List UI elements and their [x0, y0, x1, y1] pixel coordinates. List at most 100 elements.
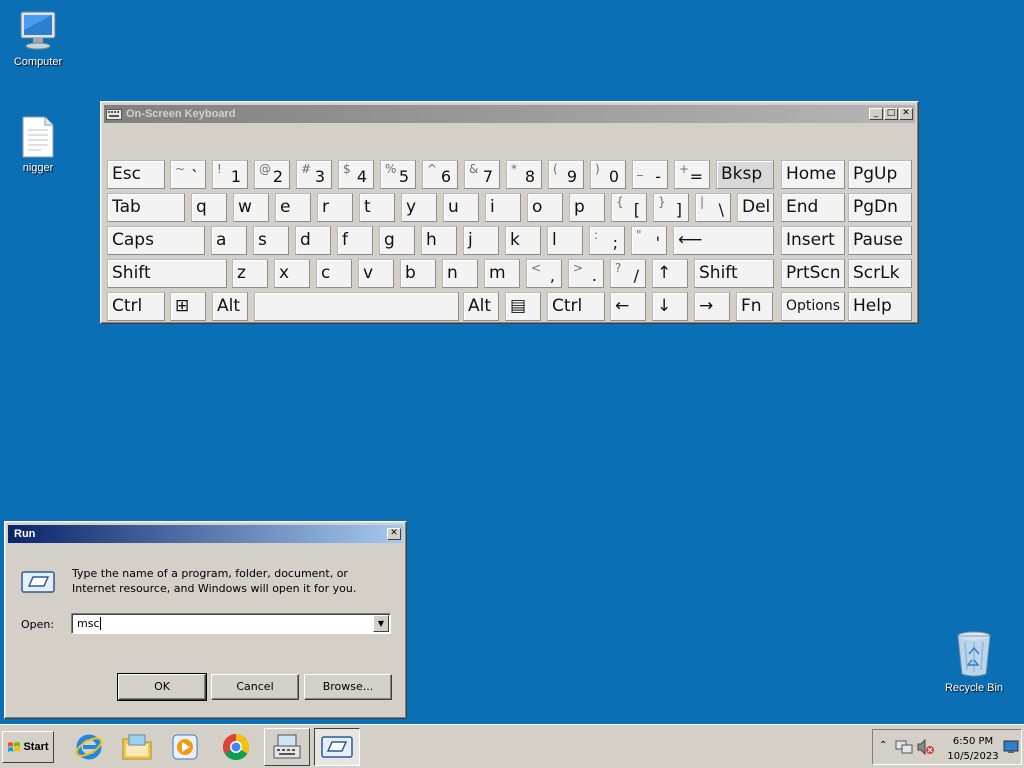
key-symbol[interactable]: }] [653, 193, 689, 222]
maximize-button[interactable]: □ [884, 108, 898, 120]
key-m[interactable]: m [484, 259, 520, 288]
key-symbol[interactable]: ↓ [652, 292, 688, 321]
key-symbol[interactable]: :; [589, 226, 625, 255]
key-u[interactable]: u [443, 193, 479, 222]
key-8[interactable]: * 8 [506, 160, 542, 189]
open-combobox[interactable]: msc ▼ [71, 613, 391, 634]
key-end[interactable]: End [781, 193, 845, 222]
desktop-icon-computer[interactable]: Computer [0, 8, 76, 68]
key-esc[interactable]: Esc [107, 160, 165, 189]
key-insert[interactable]: Insert [781, 226, 845, 255]
key-symbol[interactable]: + = [674, 160, 710, 189]
start-button[interactable]: Start [2, 731, 54, 763]
key-symbol[interactable]: ~ ` [170, 160, 206, 189]
key-symbol[interactable]: {[ [611, 193, 647, 222]
key-x[interactable]: x [274, 259, 310, 288]
cancel-button[interactable]: Cancel [211, 674, 299, 700]
taskbar-internet-explorer[interactable] [66, 728, 112, 766]
key-7[interactable]: & 7 [464, 160, 500, 189]
key-ctrl[interactable]: Ctrl [547, 292, 605, 321]
key-h[interactable]: h [421, 226, 457, 255]
key-caps[interactable]: Caps [107, 226, 205, 255]
key-symbol[interactable]: " ' [631, 226, 667, 255]
key-j[interactable]: j [463, 226, 499, 255]
key-fn[interactable]: Fn [736, 292, 773, 321]
key-4[interactable]: $4 [338, 160, 374, 189]
key-symbol[interactable]: → [694, 292, 730, 321]
key-symbol[interactable]: >. [568, 259, 604, 288]
key-pause[interactable]: Pause [848, 226, 912, 255]
key-e[interactable]: e [275, 193, 311, 222]
desktop-icon-text-file[interactable]: nigger [0, 116, 76, 174]
key-shift[interactable]: Shift [107, 259, 227, 288]
ok-button[interactable]: OK [117, 673, 207, 701]
open-input[interactable]: msc [77, 617, 101, 630]
key-3[interactable]: #3 [296, 160, 332, 189]
key-symbol[interactable]: _ - [632, 160, 668, 189]
key-r[interactable]: r [317, 193, 353, 222]
key-shift[interactable]: Shift [694, 259, 774, 288]
key-options[interactable]: Options [781, 292, 845, 321]
minimize-button[interactable]: _ [869, 108, 883, 120]
key-v[interactable]: v [358, 259, 394, 288]
key-alt[interactable]: Alt [212, 292, 248, 321]
key-d[interactable]: d [295, 226, 331, 255]
taskbar-file-explorer[interactable] [114, 728, 160, 766]
key-scrlk[interactable]: ScrLk [848, 259, 912, 288]
key-c[interactable]: c [316, 259, 352, 288]
taskbar-on-screen-keyboard[interactable] [264, 728, 310, 766]
key-pgup[interactable]: PgUp [848, 160, 912, 189]
key-i[interactable]: i [485, 193, 521, 222]
key-y[interactable]: y [401, 193, 437, 222]
key-symbol[interactable]: ▤ [505, 292, 541, 321]
key-a[interactable]: a [211, 226, 247, 255]
run-title-bar[interactable]: Run ✕ [8, 525, 403, 543]
key-alt[interactable]: Alt [463, 292, 499, 321]
volume-muted-icon[interactable] [917, 739, 935, 755]
key-del[interactable]: Del [737, 193, 774, 222]
key-q[interactable]: q [191, 193, 227, 222]
key-k[interactable]: k [505, 226, 541, 255]
key-space[interactable] [254, 292, 459, 321]
key-w[interactable]: w [233, 193, 269, 222]
key-help[interactable]: Help [848, 292, 912, 321]
close-button[interactable]: ✕ [387, 528, 401, 540]
key-symbol[interactable]: ? / [610, 259, 646, 288]
key-ctrl[interactable]: Ctrl [107, 292, 165, 321]
key-symbol[interactable]: | \ [695, 193, 731, 222]
taskbar-chrome[interactable] [213, 728, 259, 766]
close-button[interactable]: ✕ [899, 108, 913, 120]
desktop-icon-recycle-bin[interactable]: Recycle Bin [936, 630, 1012, 694]
clock[interactable]: 6:50 PM 10/5/2023 [943, 734, 1003, 764]
key-n[interactable]: n [442, 259, 478, 288]
key-o[interactable]: o [527, 193, 563, 222]
key-symbol[interactable]: ⊞ [170, 292, 206, 321]
key-home[interactable]: Home [781, 160, 845, 189]
key-b[interactable]: b [400, 259, 436, 288]
browse-button[interactable]: Browse... [304, 674, 392, 700]
key-symbol[interactable]: <, [526, 259, 562, 288]
key-0[interactable]: ) 0 [590, 160, 626, 189]
key-p[interactable]: p [569, 193, 605, 222]
key-6[interactable]: ^ 6 [422, 160, 458, 189]
key-2[interactable]: @2 [254, 160, 290, 189]
key-l[interactable]: l [547, 226, 583, 255]
dropdown-arrow-icon[interactable]: ▼ [373, 615, 389, 632]
key-z[interactable]: z [232, 259, 268, 288]
osk-title-bar[interactable]: On-Screen Keyboard _ □ ✕ [104, 105, 915, 123]
taskbar-run[interactable] [314, 728, 360, 766]
key-1[interactable]: ! 1 [212, 160, 248, 189]
network-icon[interactable] [895, 739, 913, 755]
key-bksp[interactable]: Bksp [716, 160, 774, 189]
key-f[interactable]: f [337, 226, 373, 255]
show-desktop-icon[interactable] [1003, 740, 1019, 754]
key-tab[interactable]: Tab [107, 193, 185, 222]
key-s[interactable]: s [253, 226, 289, 255]
key-5[interactable]: % 5 [380, 160, 416, 189]
key-9[interactable]: (9 [548, 160, 584, 189]
key-pgdn[interactable]: PgDn [848, 193, 912, 222]
key-g[interactable]: g [379, 226, 415, 255]
show-hidden-icons-icon[interactable]: ⌃ [879, 740, 887, 751]
key-symbol[interactable]: ⟵ [673, 226, 774, 255]
taskbar-media-player[interactable] [162, 728, 208, 766]
